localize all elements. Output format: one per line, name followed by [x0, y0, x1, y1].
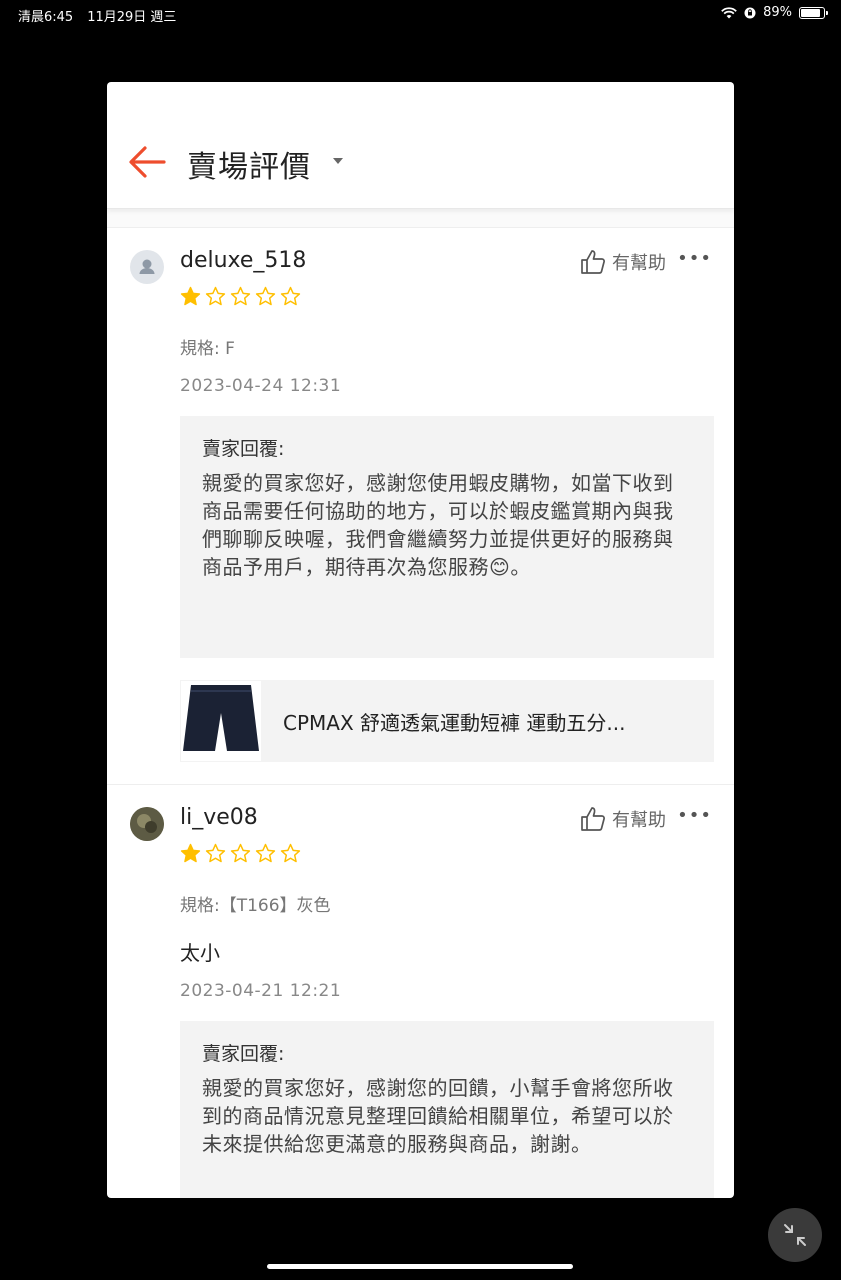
more-options-icon[interactable]: •••: [677, 805, 712, 826]
shorts-image: [183, 685, 259, 751]
review-spec: 規格:【T166】灰色: [180, 896, 331, 916]
product-name: CPMAX 舒適透氣運動短褲 運動五分...: [283, 710, 626, 735]
avatar[interactable]: [130, 807, 164, 841]
star-empty-icon: [230, 286, 251, 306]
review-comment: 太小: [180, 941, 220, 965]
seller-reply-title: 賣家回覆:: [202, 438, 285, 460]
star-filled-icon: [180, 286, 201, 306]
avatar[interactable]: [130, 250, 164, 284]
review-item: li_ve08 有幫助 ••• 規格:【T166】灰色 太小 2023-04-2…: [107, 785, 734, 1198]
status-bar: 清晨6:45 11月29日 週三 89%: [0, 0, 841, 28]
seller-reply-text: 親愛的買家您好，感謝您使用蝦皮購物，如當下收到商品需要任何協助的地方，可以於蝦皮…: [202, 471, 674, 579]
helpful-button[interactable]: 有幫助: [580, 806, 666, 832]
review-date: 2023-04-24 12:31: [180, 376, 342, 396]
review-panel: 賣場評價 deluxe_518 有幫助 ••• 規格: F 2023-04-24…: [107, 82, 734, 1198]
back-arrow-icon[interactable]: [127, 144, 167, 180]
user-photo: [130, 807, 164, 841]
collapse-arrows-icon: [784, 1224, 806, 1246]
review-username[interactable]: deluxe_518: [180, 248, 306, 273]
helpful-label: 有幫助: [612, 253, 666, 274]
battery-icon: [799, 6, 828, 19]
review-item: deluxe_518 有幫助 ••• 規格: F 2023-04-24 12:3…: [107, 228, 734, 785]
star-empty-icon: [280, 843, 301, 863]
status-date: 11月29日 週三: [87, 10, 177, 25]
default-user-icon: [139, 259, 155, 274]
star-rating: [180, 843, 301, 864]
review-date: 2023-04-21 12:21: [180, 981, 342, 1001]
seller-reply: 賣家回覆: 親愛的買家您好，感謝您的回饋，小幫手會將您所收到的商品情況意見整理回…: [180, 1021, 714, 1198]
star-empty-icon: [255, 843, 276, 863]
page-title[interactable]: 賣場評價: [187, 142, 311, 186]
orientation-lock-icon: [744, 7, 756, 18]
status-time: 清晨6:45: [18, 10, 74, 25]
star-empty-icon: [280, 286, 301, 306]
review-username[interactable]: li_ve08: [180, 805, 258, 830]
star-rating: [180, 286, 301, 307]
star-empty-icon: [230, 843, 251, 863]
star-filled-icon: [180, 843, 201, 863]
home-indicator[interactable]: [267, 1264, 573, 1269]
star-empty-icon: [255, 286, 276, 306]
thumbs-up-icon: [581, 807, 605, 831]
seller-reply-title: 賣家回覆:: [202, 1043, 285, 1065]
page-header: 賣場評價: [107, 82, 734, 209]
helpful-label: 有幫助: [612, 810, 666, 831]
product-thumbnail: [181, 681, 261, 761]
seller-reply: 賣家回覆: 親愛的買家您好，感謝您使用蝦皮購物，如當下收到商品需要任何協助的地方…: [180, 416, 714, 658]
chevron-down-icon[interactable]: [333, 158, 343, 164]
star-empty-icon: [205, 843, 226, 863]
star-empty-icon: [205, 286, 226, 306]
thumbs-up-icon: [581, 250, 605, 274]
helpful-button[interactable]: 有幫助: [580, 249, 666, 275]
header-divider: [107, 209, 734, 228]
product-card[interactable]: CPMAX 舒適透氣運動短褲 運動五分...: [180, 680, 714, 762]
seller-reply-text: 親愛的買家您好，感謝您的回饋，小幫手會將您所收到的商品情況意見整理回饋給相關單位…: [202, 1076, 674, 1156]
minimize-button[interactable]: [768, 1208, 822, 1262]
review-spec: 規格: F: [180, 339, 235, 359]
battery-percent: 89%: [763, 5, 792, 20]
wifi-icon: [721, 6, 737, 18]
more-options-icon[interactable]: •••: [677, 248, 712, 269]
